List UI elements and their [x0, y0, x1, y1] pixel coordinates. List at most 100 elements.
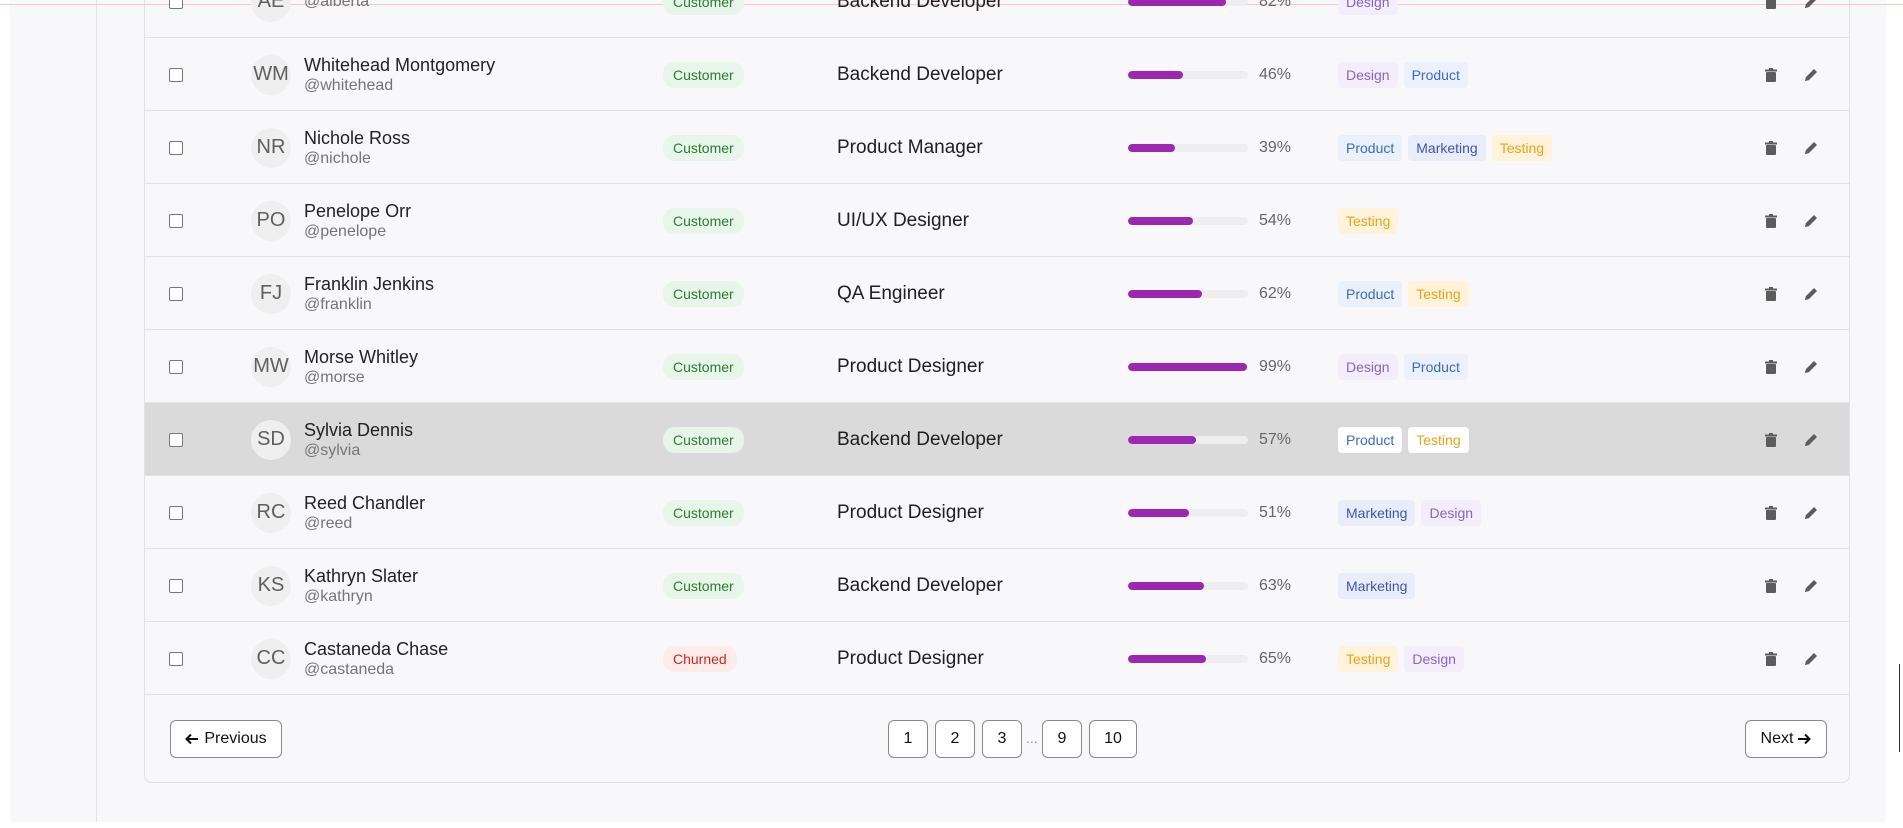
trash-icon[interactable] — [1761, 138, 1781, 158]
page-button-2[interactable]: 2 — [935, 720, 975, 758]
tag-list: Testing — [1338, 207, 1399, 234]
tag-list: Design Product — [1338, 353, 1468, 380]
user-cell: Franklin Jenkins @franklin — [304, 257, 434, 330]
row-checkbox[interactable] — [169, 359, 183, 374]
pencil-icon[interactable] — [1801, 284, 1821, 304]
page-button-1[interactable]: 1 — [888, 720, 928, 758]
tags-cell: Product Testing — [1338, 257, 1469, 330]
progress-bar — [1128, 289, 1248, 298]
row-actions — [1761, 357, 1821, 377]
progress-percent: 62% — [1259, 284, 1292, 302]
pencil-icon[interactable] — [1801, 430, 1821, 450]
next-button[interactable]: Next — [1745, 720, 1827, 758]
row-checkbox[interactable] — [169, 505, 183, 520]
row-checkbox[interactable] — [169, 0, 183, 9]
pencil-icon[interactable] — [1801, 138, 1821, 158]
role-cell: UI/UX Designer — [837, 184, 969, 257]
tag-testing: Testing — [1408, 280, 1469, 307]
progress-fill — [1128, 581, 1204, 590]
table-row[interactable]: CC Castaneda Chase @castaneda Churned Produc… — [145, 622, 1849, 695]
table-row[interactable]: RC Reed Chandler @reed Customer Product Desi… — [145, 476, 1849, 549]
progress-cell: 82% — [1128, 0, 1291, 38]
table-row[interactable]: AE @alberta Customer Backend Developer 82% De… — [145, 0, 1849, 38]
trash-icon[interactable] — [1761, 65, 1781, 85]
user-name: Nichole Ross — [304, 127, 411, 148]
tags-cell: Testing Design — [1338, 622, 1464, 695]
next-label: Next — [1760, 730, 1794, 747]
user-handle: @morse — [304, 368, 365, 386]
job-title: Backend Developer — [837, 63, 1003, 85]
row-checkbox[interactable] — [169, 140, 183, 155]
job-title: Backend Developer — [837, 428, 1003, 450]
actions-cell — [1761, 38, 1821, 111]
trash-icon[interactable] — [1761, 649, 1781, 669]
progress-fill — [1128, 435, 1197, 444]
page-button-10[interactable]: 10 — [1089, 720, 1137, 758]
trash-icon[interactable] — [1761, 576, 1781, 596]
actions-cell — [1761, 330, 1821, 403]
user-cell: Morse Whitley @morse — [304, 330, 418, 403]
status-cell: Customer — [663, 257, 744, 330]
trash-icon[interactable] — [1761, 430, 1781, 450]
pencil-icon[interactable] — [1801, 576, 1821, 596]
pencil-icon[interactable] — [1801, 65, 1821, 85]
row-checkbox[interactable] — [169, 432, 183, 447]
row-checkbox[interactable] — [169, 67, 183, 82]
user-info: Morse Whitley @morse — [304, 347, 418, 387]
role-cell: Backend Developer — [837, 0, 1003, 38]
user-cell: Sylvia Dennis @sylvia — [304, 403, 413, 476]
tag-design: Design — [1338, 0, 1398, 15]
user-cell: Castaneda Chase @castaneda — [304, 622, 448, 695]
row-actions — [1761, 284, 1821, 304]
pencil-icon[interactable] — [1801, 503, 1821, 523]
table-row[interactable]: PO Penelope Orr @penelope Customer UI/UX Des… — [145, 184, 1849, 257]
table-row[interactable]: NR Nichole Ross @nichole Customer Product Ma… — [145, 111, 1849, 184]
role-cell: Product Designer — [837, 622, 984, 695]
page-button-9[interactable]: 9 — [1042, 720, 1082, 758]
status-badge: Customer — [663, 572, 744, 599]
user-info: Franklin Jenkins @franklin — [304, 274, 434, 314]
pencil-icon[interactable] — [1801, 649, 1821, 669]
avatar: WM — [251, 54, 291, 95]
trash-icon[interactable] — [1761, 503, 1781, 523]
trash-icon[interactable] — [1761, 211, 1781, 231]
tag-list: Marketing Design — [1338, 499, 1482, 526]
tag-testing: Testing — [1338, 645, 1399, 672]
row-actions — [1761, 576, 1821, 596]
table-row[interactable]: MW Morse Whitley @morse Customer Product Des… — [145, 330, 1849, 403]
tag-testing: Testing — [1338, 207, 1399, 234]
progress-cell: 62% — [1128, 257, 1291, 330]
pencil-icon[interactable] — [1801, 0, 1821, 12]
tags-cell: Marketing Design — [1338, 476, 1482, 549]
row-checkbox[interactable] — [169, 578, 183, 593]
user-cell: Reed Chandler @reed — [304, 476, 425, 549]
progress-fill — [1128, 654, 1206, 663]
table-row[interactable]: WM Whitehead Montgomery @whitehead Customer… — [145, 38, 1849, 111]
progress-percent: 39% — [1259, 138, 1292, 156]
trash-icon[interactable] — [1761, 0, 1781, 12]
scrollbar-edge[interactable] — [1899, 664, 1900, 752]
trash-icon[interactable] — [1761, 284, 1781, 304]
tag-list: Product Testing — [1338, 426, 1469, 453]
progress-bar — [1128, 362, 1248, 371]
row-checkbox[interactable] — [169, 213, 183, 228]
pencil-icon[interactable] — [1801, 211, 1821, 231]
progress-cell: 63% — [1128, 549, 1291, 622]
pencil-icon[interactable] — [1801, 357, 1821, 377]
status-badge: Customer — [663, 499, 744, 526]
tag-testing: Testing — [1491, 134, 1553, 161]
table-row[interactable]: KS Kathryn Slater @kathryn Customer Backend … — [145, 549, 1849, 622]
previous-button[interactable]: Previous — [170, 720, 282, 758]
page-button-3[interactable]: 3 — [982, 720, 1022, 758]
row-checkbox[interactable] — [169, 651, 183, 666]
table-row[interactable]: SD Sylvia Dennis @sylvia Customer Backend De… — [145, 403, 1849, 476]
table-row[interactable]: FJ Franklin Jenkins @franklin Customer QA En… — [145, 257, 1849, 330]
trash-icon[interactable] — [1761, 357, 1781, 377]
status-badge: Customer — [663, 353, 744, 380]
role-cell: Backend Developer — [837, 403, 1003, 476]
row-checkbox[interactable] — [169, 286, 183, 301]
avatar-cell: PO — [251, 184, 291, 257]
user-info: Nichole Ross @nichole — [304, 128, 410, 168]
tag-list: Marketing — [1338, 572, 1416, 599]
avatar: MW — [251, 346, 291, 387]
